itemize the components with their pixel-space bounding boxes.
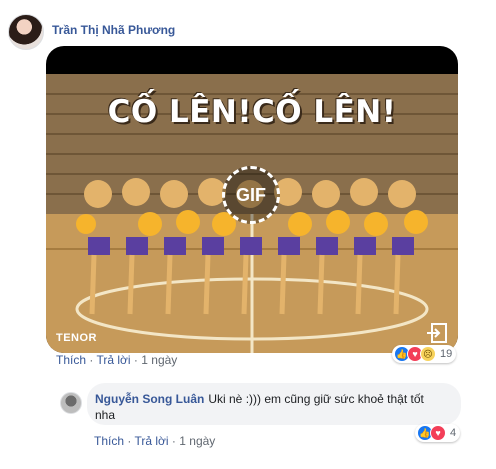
love-reaction-icon: ♥ [430,425,446,441]
reply-author-name[interactable]: Nguyễn Song Luân [95,392,204,406]
reply-reaction-count: 4 [450,427,457,439]
like-link[interactable]: Thích [56,353,86,367]
tenor-label: TENOR [56,332,97,344]
gif-play-badge[interactable]: GIF [222,166,280,224]
gif-attachment[interactable]: CỐ LÊN!CỐ LÊN! GIF TENOR [46,46,458,353]
reply-bubble: Nguyễn Song Luân Uki nè :))) em cũng giữ … [87,383,461,425]
reply-like-link[interactable]: Thích [94,434,124,448]
gif-caption: CỐ LÊN!CỐ LÊN! [107,94,397,130]
reply-timestamp[interactable]: 1 ngày [179,434,215,448]
post-reactions[interactable]: 👍 ♥ ☹ 19 [392,345,457,363]
post-actions: Thích · Trả lời · 1 ngày [56,353,177,367]
sad-reaction-icon: ☹ [420,346,436,362]
post-timestamp[interactable]: 1 ngày [141,353,177,367]
reply-link[interactable]: Trả lời [96,353,130,367]
reply-reactions[interactable]: 👍 ♥ 4 [415,424,461,442]
reply-actions: Thích · Trả lời · 1 ngày [94,434,215,448]
post-author-name[interactable]: Trần Thị Nhã Phương [52,23,175,37]
reaction-count: 19 [440,348,453,360]
reply-avatar[interactable] [60,392,82,414]
reply-reply-link[interactable]: Trả lời [134,434,168,448]
post-avatar[interactable] [8,14,44,50]
open-external-icon[interactable] [426,322,448,344]
